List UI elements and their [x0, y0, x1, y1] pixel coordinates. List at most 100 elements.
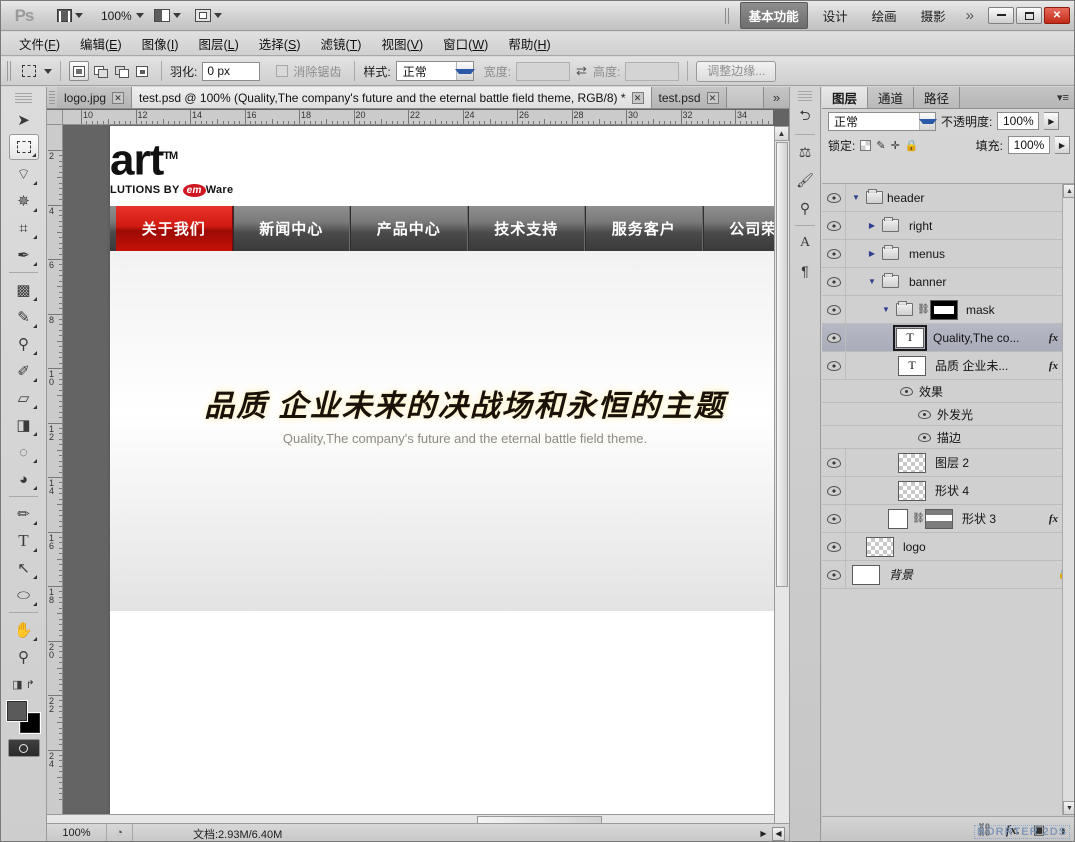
layer-visibility-toggle[interactable] — [822, 560, 846, 589]
quick-mask-mode-button[interactable] — [7, 739, 40, 757]
refine-edge-button[interactable]: 调整边缘... — [696, 60, 777, 82]
layer-row[interactable]: T Quality,The co... fx ▼ — [822, 323, 1074, 352]
layer-row[interactable]: logo — [822, 532, 1074, 561]
nav-item-news[interactable]: 新闻中心 — [232, 206, 350, 251]
chevron-down-icon[interactable]: ▼ — [850, 193, 862, 202]
menu-image[interactable]: 图像(I) — [132, 31, 189, 56]
canvas-vscroll-thumb[interactable] — [776, 142, 788, 587]
add-to-selection-button[interactable] — [90, 61, 110, 81]
scroll-up-button[interactable]: ▲ — [774, 126, 789, 141]
pen-tool[interactable]: ✏ — [9, 501, 39, 527]
character-icon[interactable]: A — [792, 230, 818, 256]
arrange-documents-button[interactable] — [191, 7, 226, 24]
eraser-tool[interactable]: ▱ — [9, 385, 39, 411]
layer-effect-row[interactable]: 外发光 — [822, 403, 1074, 426]
menu-view[interactable]: 视图(V) — [371, 31, 433, 56]
canvas-viewport[interactable]: artTM LUTIONS BY emWare ✆ H — [64, 126, 819, 841]
fill-value[interactable]: 100% — [1008, 136, 1050, 154]
layer-visibility-toggle[interactable] — [822, 532, 846, 561]
nav-item-products[interactable]: 产品中心 — [350, 206, 468, 251]
blur-tool[interactable]: ◌ — [9, 439, 39, 465]
menu-file[interactable]: 文件(F) — [9, 31, 70, 56]
layer-row[interactable]: ▼ header — [822, 184, 1074, 212]
fill-slider-arrow-icon[interactable]: ▶ — [1055, 136, 1070, 154]
lasso-tool[interactable]: ⌔ — [9, 161, 39, 187]
layer-thumbnail[interactable] — [925, 508, 953, 529]
lock-transparent-pixels-icon[interactable] — [860, 139, 872, 151]
minimize-button[interactable] — [988, 7, 1014, 24]
layer-effects-icon[interactable]: fx — [1049, 332, 1060, 344]
nav-item-about[interactable]: 关于我们 — [116, 206, 233, 251]
status-resize-grip[interactable]: ◀ — [772, 826, 785, 841]
chevron-down-icon[interactable]: ▼ — [866, 277, 878, 286]
document-tabs-overflow-button[interactable]: » — [763, 87, 789, 108]
zoom-chevron-down-icon[interactable] — [135, 13, 144, 18]
document-preview-icon[interactable]: ◔ — [107, 824, 133, 841]
color-swatches[interactable] — [6, 701, 41, 733]
lock-position-icon[interactable]: ✛ — [891, 139, 900, 152]
layer-row[interactable]: 图层 2 — [822, 448, 1074, 477]
layer-visibility-toggle[interactable] — [822, 267, 846, 296]
menu-layer[interactable]: 图层(L) — [189, 31, 249, 56]
layer-mask-thumbnail[interactable] — [930, 299, 958, 320]
dock-grip[interactable] — [798, 91, 812, 101]
tool-preset-chevron-down-icon[interactable] — [44, 68, 52, 74]
layer-visibility-toggle[interactable] — [822, 351, 846, 380]
horizontal-ruler[interactable]: 10 12 14 16 18 20 22 24 26 28 30 32 34 — [63, 110, 773, 125]
vector-mask-thumbnail[interactable] — [888, 508, 908, 529]
layer-thumbnail[interactable] — [852, 564, 880, 585]
history-icon[interactable]: ⮌ — [792, 104, 818, 130]
layer-row[interactable]: ▼ banner — [822, 267, 1074, 296]
layer-thumbnail[interactable] — [898, 480, 926, 501]
subtract-from-selection-button[interactable] — [111, 61, 131, 81]
layer-list-scrollbar[interactable]: ▲ ▼ — [1062, 184, 1074, 815]
feather-input[interactable] — [202, 61, 261, 81]
foreground-color-swatch[interactable] — [6, 701, 27, 721]
chevron-right-icon[interactable]: ▶ — [866, 249, 878, 258]
workspace-photography[interactable]: 摄影 — [912, 2, 955, 29]
menu-select[interactable]: 选择(S) — [249, 31, 311, 56]
layer-row[interactable]: 形状 4 — [822, 476, 1074, 505]
workspace-essentials[interactable]: 基本功能 — [739, 2, 808, 29]
document-tab-test-psd[interactable]: test.psd ✕ — [651, 87, 727, 108]
layer-row[interactable]: T 品质 企业未... fx ▲ — [822, 351, 1074, 380]
close-button[interactable]: ✕ — [1044, 7, 1070, 24]
menu-help[interactable]: 帮助(H) — [498, 31, 560, 56]
vertical-ruler[interactable]: 2 4 6 8 10 12 14 16 18 20 22 24 — [47, 125, 63, 825]
zoom-tool[interactable]: ⚲ — [9, 644, 39, 670]
adjustments-icon[interactable]: ⚖ — [792, 139, 818, 165]
status-zoom-field[interactable]: 100% — [47, 824, 107, 841]
scroll-up-button[interactable]: ▲ — [1063, 184, 1074, 198]
menu-filter[interactable]: 滤镜(T) — [310, 31, 371, 56]
layer-visibility-toggle[interactable] — [822, 239, 846, 268]
crop-tool[interactable]: ⌗ — [9, 215, 39, 241]
rectangular-marquee-tool[interactable] — [8, 134, 39, 160]
document-tabs-grip[interactable] — [49, 91, 55, 104]
eyedropper-tool[interactable]: ✒ — [9, 242, 39, 268]
canvas-vertical-scrollbar[interactable]: ▲ ▼ — [774, 126, 789, 841]
clone-stamp-tool[interactable]: ⚲ — [9, 331, 39, 357]
layer-list[interactable]: ▼ header ▶ right ▶ menus ▼ banner ▼ ⛓ ma… — [822, 183, 1074, 815]
toolbox-grip[interactable] — [15, 91, 32, 103]
path-selection-tool[interactable]: ↖ — [9, 555, 39, 581]
height-input[interactable] — [625, 61, 680, 81]
eye-icon[interactable] — [900, 386, 913, 396]
opacity-value[interactable]: 100% — [997, 112, 1040, 130]
layer-effect-row[interactable]: 描边 — [822, 426, 1074, 449]
close-icon[interactable]: ✕ — [112, 91, 125, 104]
bridge-launch-button[interactable] — [53, 7, 87, 24]
spot-healing-brush-tool[interactable]: ▩ — [9, 277, 39, 303]
width-input[interactable] — [516, 61, 571, 81]
history-brush-tool[interactable]: ✐ — [9, 358, 39, 384]
layer-visibility-toggle[interactable] — [822, 295, 846, 324]
nav-item-service[interactable]: 服务客户 — [585, 206, 703, 251]
status-expand-arrow[interactable]: ▶ — [757, 827, 770, 841]
chevron-down-icon[interactable]: ▼ — [880, 305, 892, 314]
layer-row[interactable]: ▶ right — [822, 211, 1074, 240]
layer-effects-icon[interactable]: fx — [1049, 513, 1060, 525]
layer-effects-header-row[interactable]: 效果 — [822, 380, 1074, 403]
tab-layers[interactable]: 图层 — [822, 87, 869, 108]
eye-icon[interactable] — [918, 409, 931, 419]
horizontal-type-tool[interactable]: T — [9, 528, 39, 554]
style-select[interactable]: 正常 — [395, 61, 475, 81]
